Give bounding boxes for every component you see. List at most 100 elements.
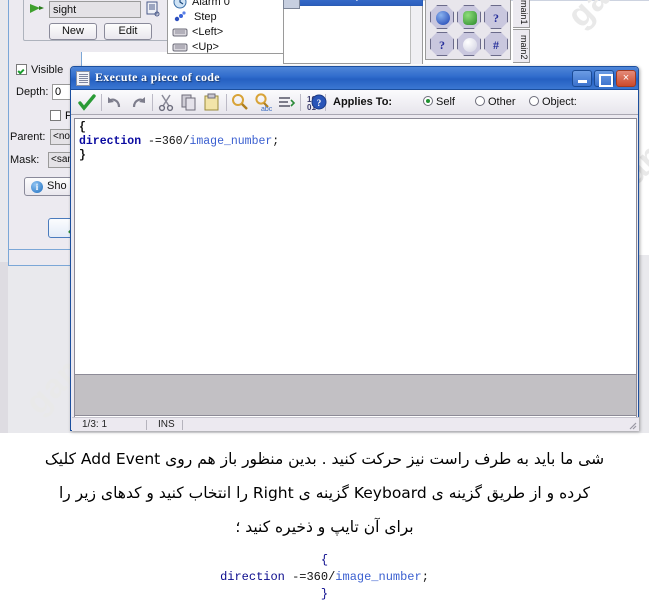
new-sprite-button[interactable]: New: [49, 23, 97, 40]
tab-main2[interactable]: main2: [513, 29, 530, 63]
find-replace-icon[interactable]: abc: [253, 93, 273, 112]
depth-label: Depth:: [16, 86, 49, 98]
applies-to-other-option[interactable]: Other: [475, 96, 516, 108]
behind-window-body: [283, 6, 423, 64]
code-token-direction: direction: [79, 135, 142, 148]
event-item-up[interactable]: <Up>: [192, 41, 219, 53]
radio-self[interactable]: [423, 96, 433, 106]
parent-label: Parent:: [10, 131, 46, 143]
draw-sprite-action-button[interactable]: [457, 5, 481, 29]
toolbar-separator-1: [101, 94, 102, 111]
maximize-button[interactable]: [594, 70, 614, 87]
insert-mode: INS: [158, 419, 175, 430]
cursor-position: 1/3: 1: [82, 419, 108, 430]
applies-to-object-option[interactable]: Object:: [529, 96, 577, 108]
statusbar-separator-2: [182, 420, 183, 430]
alarm-clock-icon: [173, 0, 187, 9]
final-code-line-1: {: [320, 553, 329, 567]
caption-line-2: کرده و از طریق گزینه ی Keyboard گزینه ی …: [58, 484, 591, 502]
lower-gray-strip: [0, 255, 8, 433]
code-token-op: -=: [141, 135, 162, 148]
sound-action-button[interactable]: [457, 32, 481, 56]
code-results-pane: [74, 374, 637, 416]
final-token-image-number: image_number: [335, 570, 422, 584]
mask-label: Mask:: [10, 154, 40, 166]
dialog-statusbar: 1/3: 1 INS: [72, 417, 639, 431]
set-variable-action-button[interactable]: [430, 5, 454, 29]
visible-checkbox-row[interactable]: Visible: [16, 64, 63, 76]
close-button[interactable]: ×: [616, 70, 636, 87]
radio-self-label: Self: [436, 96, 455, 108]
dialog-titlebar[interactable]: Execute a piece of code ×: [71, 67, 638, 90]
final-token-direction: direction: [220, 570, 285, 584]
info-icon: i: [31, 181, 43, 193]
confirm-check-icon[interactable]: [77, 93, 97, 112]
statusbar-separator-1: [146, 420, 147, 430]
persistent-checkbox-row[interactable]: P: [50, 106, 72, 124]
applies-to-label: Applies To:: [333, 96, 393, 108]
show-information-label: Sho: [47, 180, 67, 192]
sprite-name-field[interactable]: sight: [49, 1, 141, 18]
sprite-green-icon: [463, 11, 477, 25]
radio-other-label: Other: [488, 96, 516, 108]
persistent-checkbox[interactable]: [50, 110, 61, 121]
behind-window-scrollbar[interactable]: [410, 6, 422, 64]
variable-circle-icon: [436, 11, 450, 25]
paste-icon[interactable]: [202, 93, 222, 112]
grid-action-button[interactable]: #: [484, 32, 508, 56]
applies-to-self-option[interactable]: Self: [423, 96, 455, 108]
tab-main1[interactable]: main1: [513, 0, 530, 28]
question-action-button[interactable]: ?: [484, 5, 508, 29]
sound-circle-icon: [463, 38, 477, 52]
edit-sprite-button[interactable]: Edit: [104, 23, 152, 40]
persian-caption: شی ما باید به طرف راست نیز حرکت کنید . ب…: [0, 436, 649, 544]
svg-text:?: ?: [317, 98, 322, 108]
caption-line-3: برای آن تایپ و ذخیره کنید ؛: [235, 518, 414, 536]
event-item-left[interactable]: <Left>: [192, 26, 223, 38]
dialog-toolbar: abc 10 01 ? Applies To: Self Other Objec…: [71, 90, 638, 115]
radio-object-label: Object:: [542, 96, 577, 108]
visible-checkbox[interactable]: [16, 64, 27, 75]
code-token-semicolon: ;: [272, 135, 280, 148]
radio-object[interactable]: [529, 96, 539, 106]
copy-icon[interactable]: [179, 93, 199, 112]
behind-window-icon: [283, 0, 300, 9]
final-token-360: 360: [306, 570, 329, 584]
event-item-alarm0[interactable]: Alarm 0: [192, 0, 230, 8]
final-code-line-2: direction -=360/image_number;: [0, 569, 649, 586]
dialog-title: Execute a piece of code: [95, 70, 220, 84]
sprite-menu-icon[interactable]: [145, 1, 160, 17]
sprite-arrow-icon: [30, 4, 44, 13]
code-document-icon: [76, 71, 90, 86]
toolbar-separator-4: [300, 94, 301, 111]
code-token-360: 360: [161, 135, 183, 148]
behind-window-titlebar[interactable]: Execute a piece of code: [283, 0, 423, 6]
left-strip: [0, 0, 8, 262]
goto-line-icon[interactable]: [276, 93, 296, 112]
final-code-block: { direction -=360/image_number; }: [0, 552, 649, 603]
code-line-1: {: [79, 121, 86, 134]
action-buttons-panel: ? ? #: [425, 0, 511, 60]
step-icon: [174, 11, 186, 22]
code-content: { direction -=360/image_number; }: [79, 121, 279, 163]
cut-icon[interactable]: [156, 93, 176, 112]
final-token-op: -=: [284, 570, 307, 584]
code-token-image-number: image_number: [189, 135, 273, 148]
code-line-3: }: [79, 149, 86, 162]
event-item-step[interactable]: Step: [194, 11, 217, 23]
find-icon[interactable]: [230, 93, 250, 112]
final-code-line-3: }: [320, 587, 329, 601]
question2-action-button[interactable]: ?: [430, 32, 454, 56]
watermark-top-right: game: [560, 0, 649, 36]
help-icon[interactable]: ?: [309, 93, 329, 112]
undo-icon[interactable]: [105, 93, 125, 112]
radio-other[interactable]: [475, 96, 485, 106]
visible-label: Visible: [31, 64, 64, 76]
keyboard-icon: [172, 28, 188, 37]
screenshot-root: game game game Sprite sight New Edit Vis…: [0, 0, 649, 606]
svg-text:abc: abc: [261, 106, 273, 112]
resize-grip-icon[interactable]: [628, 421, 637, 430]
redo-icon[interactable]: [128, 93, 148, 112]
minimize-button[interactable]: [572, 70, 592, 87]
toolbar-separator-2: [152, 94, 153, 111]
